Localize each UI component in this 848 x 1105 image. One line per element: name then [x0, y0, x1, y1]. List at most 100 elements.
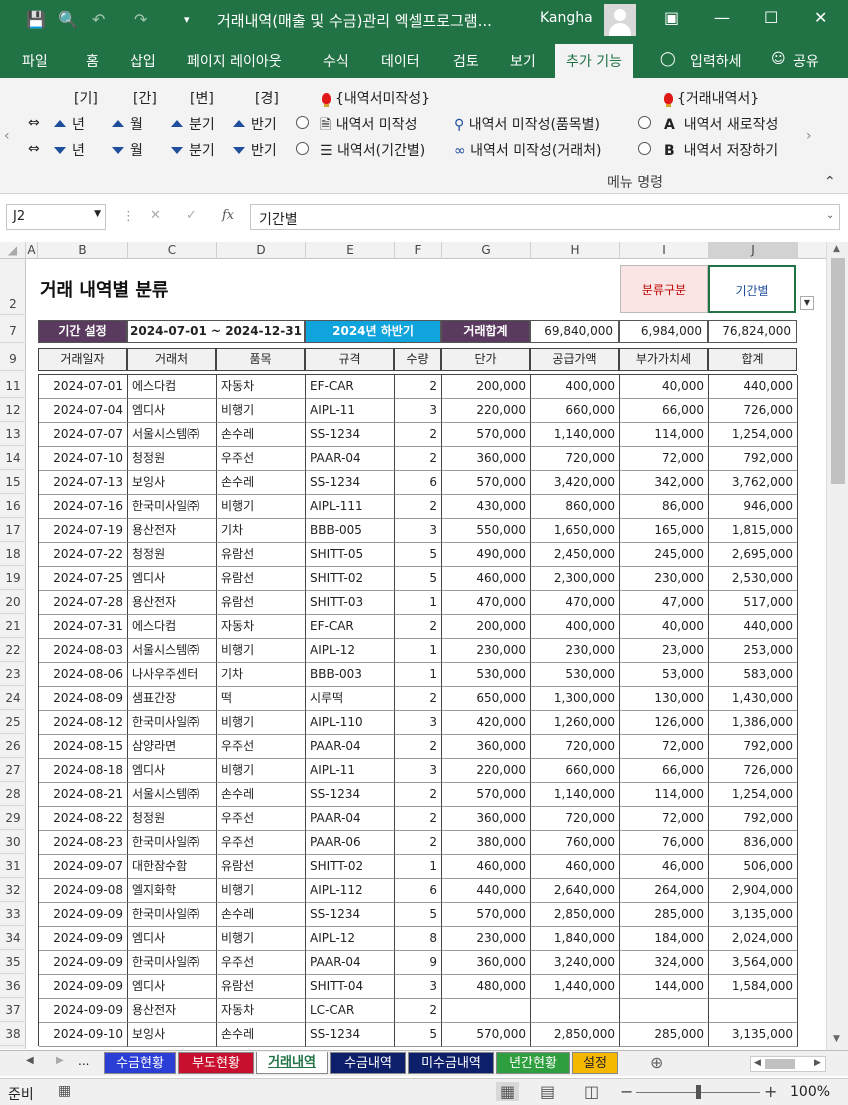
column-header[interactable]: G [442, 242, 531, 259]
table-cell[interactable]: 엠디사 [128, 759, 217, 783]
avatar[interactable] [604, 4, 636, 36]
table-cell[interactable]: 420,000 [442, 711, 531, 735]
table-cell[interactable]: 청정원 [128, 807, 217, 831]
table-cell[interactable]: 보잉사 [128, 471, 217, 495]
share-button[interactable]: 공유 [793, 51, 819, 71]
table-cell[interactable]: 1,440,000 [531, 975, 620, 999]
row-header[interactable]: 13 [0, 422, 26, 446]
table-cell[interactable]: 1,300,000 [531, 687, 620, 711]
table-cell[interactable]: 2024-07-01 [39, 375, 128, 399]
table-cell[interactable]: 230,000 [442, 639, 531, 663]
table-cell[interactable]: 유람선 [217, 567, 306, 591]
table-cell[interactable]: 2,904,000 [709, 879, 798, 903]
half-up-button[interactable]: 반기 [233, 114, 277, 134]
table-cell[interactable]: 삼양라면 [128, 735, 217, 759]
unwritten-statement-button[interactable]: 🗎 내역서 미작성 [320, 114, 417, 138]
select-all-icon[interactable]: ◢ [0, 242, 26, 259]
table-cell[interactable]: 우주선 [217, 831, 306, 855]
table-cell[interactable]: 720,000 [531, 447, 620, 471]
table-cell[interactable]: 72,000 [620, 807, 709, 831]
table-cell[interactable]: 1 [395, 663, 442, 687]
table-cell[interactable]: 2024-09-09 [39, 903, 128, 927]
close-icon[interactable]: ✕ [814, 8, 827, 27]
row-header[interactable]: 7 [0, 320, 26, 343]
table-cell[interactable]: 245,000 [620, 543, 709, 567]
table-cell[interactable]: 9 [395, 951, 442, 975]
row-header[interactable]: 21 [0, 614, 26, 638]
table-cell[interactable]: 비행기 [217, 495, 306, 519]
table-cell[interactable]: 1,140,000 [531, 423, 620, 447]
table-cell[interactable]: 한국미사일㈜ [128, 831, 217, 855]
table-cell[interactable]: 손수레 [217, 903, 306, 927]
table-cell[interactable]: 한국미사일㈜ [128, 495, 217, 519]
table-cell[interactable]: 5 [395, 1023, 442, 1047]
table-cell[interactable]: 792,000 [709, 735, 798, 759]
classify-value-cell[interactable]: 기간별 [708, 265, 796, 313]
table-cell[interactable]: 2,850,000 [531, 1023, 620, 1047]
table-cell[interactable]: 3 [395, 759, 442, 783]
table-cell[interactable]: SHITT-04 [306, 975, 395, 999]
table-cell[interactable]: 570,000 [442, 903, 531, 927]
row-header[interactable]: 22 [0, 638, 26, 662]
table-cell[interactable]: 한국미사일㈜ [128, 951, 217, 975]
month-up-button[interactable]: 월 [112, 114, 143, 134]
table-cell[interactable]: 2,695,000 [709, 543, 798, 567]
table-cell[interactable]: 836,000 [709, 831, 798, 855]
undo-icon[interactable]: ↶ [92, 8, 105, 32]
scroll-thumb[interactable] [831, 258, 845, 484]
table-cell[interactable]: AIPL-12 [306, 927, 395, 951]
table-cell[interactable]: 2024-07-16 [39, 495, 128, 519]
table-cell[interactable]: 1,650,000 [531, 519, 620, 543]
table-cell[interactable]: 샘표간장 [128, 687, 217, 711]
table-cell[interactable]: 기차 [217, 519, 306, 543]
radio-button[interactable] [296, 141, 309, 157]
column-header[interactable]: E [306, 242, 395, 259]
table-cell[interactable]: 86,000 [620, 495, 709, 519]
table-cell[interactable]: 자동차 [217, 615, 306, 639]
month-down-button[interactable]: 월 [112, 140, 143, 160]
table-cell[interactable]: 720,000 [531, 807, 620, 831]
table-cell[interactable]: 285,000 [620, 903, 709, 927]
table-cell[interactable]: 우주선 [217, 807, 306, 831]
table-cell[interactable]: 570,000 [442, 423, 531, 447]
table-cell[interactable]: SS-1234 [306, 783, 395, 807]
table-cell[interactable]: 1,254,000 [709, 783, 798, 807]
table-cell[interactable]: 2 [395, 735, 442, 759]
table-cell[interactable]: 엠디사 [128, 567, 217, 591]
table-cell[interactable]: 2024-08-21 [39, 783, 128, 807]
table-cell[interactable]: 184,000 [620, 927, 709, 951]
table-cell[interactable]: SHITT-02 [306, 855, 395, 879]
table-cell[interactable]: 2024-08-09 [39, 687, 128, 711]
table-cell[interactable]: 530,000 [531, 663, 620, 687]
table-cell[interactable]: 1 [395, 591, 442, 615]
table-cell[interactable]: 360,000 [442, 807, 531, 831]
table-cell[interactable]: 1,140,000 [531, 783, 620, 807]
statement-by-period-button[interactable]: ☰ 내역서(기간별) [320, 140, 425, 160]
table-cell[interactable]: 66,000 [620, 399, 709, 423]
table-cell[interactable]: 946,000 [709, 495, 798, 519]
table-cell[interactable]: 480,000 [442, 975, 531, 999]
table-cell[interactable]: 떡 [217, 687, 306, 711]
table-cell[interactable]: 460,000 [442, 567, 531, 591]
table-cell[interactable]: 47,000 [620, 591, 709, 615]
period-range[interactable]: 2024-07-01 ~ 2024-12-31 [127, 320, 305, 343]
row-header[interactable]: 33 [0, 902, 26, 926]
table-cell[interactable]: 2024-07-22 [39, 543, 128, 567]
table-cell[interactable]: 440,000 [709, 615, 798, 639]
row-header[interactable]: 27 [0, 758, 26, 782]
table-cell[interactable]: 660,000 [531, 399, 620, 423]
expand-formula-icon[interactable]: ⌄ [826, 210, 834, 221]
table-cell[interactable]: 342,000 [620, 471, 709, 495]
unwritten-by-client-button[interactable]: ∞ 내역서 미작성(거래처) [454, 140, 601, 160]
table-cell[interactable]: SS-1234 [306, 1023, 395, 1047]
table-cell[interactable]: 165,000 [620, 519, 709, 543]
enter-icon[interactable]: ✓ [186, 208, 197, 223]
column-header[interactable]: D [217, 242, 306, 259]
table-cell[interactable]: 253,000 [709, 639, 798, 663]
table-cell[interactable] [442, 999, 531, 1023]
lightbulb-icon[interactable]: ◯ [660, 51, 676, 67]
table-cell[interactable]: PAAR-06 [306, 831, 395, 855]
table-cell[interactable]: 한국미사일㈜ [128, 903, 217, 927]
table-cell[interactable]: 자동차 [217, 999, 306, 1023]
row-header[interactable]: 38 [0, 1022, 26, 1046]
